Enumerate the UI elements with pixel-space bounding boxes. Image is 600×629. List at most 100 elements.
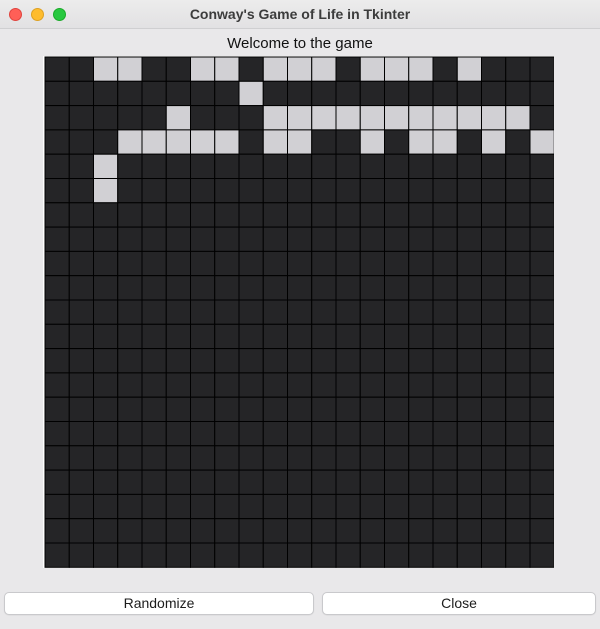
dead-cell[interactable] xyxy=(44,518,70,544)
dead-cell[interactable] xyxy=(359,518,385,544)
dead-cell[interactable] xyxy=(165,275,191,301)
dead-cell[interactable] xyxy=(68,153,94,179)
dead-cell[interactable] xyxy=(44,202,70,228)
dead-cell[interactable] xyxy=(165,372,191,398)
dead-cell[interactable] xyxy=(68,299,94,325)
dead-cell[interactable] xyxy=(44,105,70,131)
dead-cell[interactable] xyxy=(335,372,361,398)
dead-cell[interactable] xyxy=(408,421,434,447)
dead-cell[interactable] xyxy=(456,80,482,107)
dead-cell[interactable] xyxy=(335,129,361,155)
dead-cell[interactable] xyxy=(359,493,385,520)
dead-cell[interactable] xyxy=(505,518,531,544)
dead-cell[interactable] xyxy=(408,518,434,544)
dead-cell[interactable] xyxy=(44,396,70,423)
dead-cell[interactable] xyxy=(529,396,554,423)
dead-cell[interactable] xyxy=(359,348,385,374)
live-cell[interactable] xyxy=(93,56,119,82)
game-board[interactable] xyxy=(43,56,554,568)
live-cell[interactable] xyxy=(311,56,337,82)
dead-cell[interactable] xyxy=(262,226,288,252)
dead-cell[interactable] xyxy=(287,80,313,107)
dead-cell[interactable] xyxy=(93,250,119,277)
dead-cell[interactable] xyxy=(505,323,531,350)
dead-cell[interactable] xyxy=(481,493,507,520)
dead-cell[interactable] xyxy=(359,202,385,228)
dead-cell[interactable] xyxy=(505,348,531,374)
dead-cell[interactable] xyxy=(408,226,434,252)
dead-cell[interactable] xyxy=(359,226,385,252)
dead-cell[interactable] xyxy=(432,80,458,107)
dead-cell[interactable] xyxy=(68,396,94,423)
dead-cell[interactable] xyxy=(432,56,458,82)
dead-cell[interactable] xyxy=(93,372,119,398)
dead-cell[interactable] xyxy=(456,250,482,277)
live-cell[interactable] xyxy=(190,129,216,155)
dead-cell[interactable] xyxy=(505,153,531,179)
live-cell[interactable] xyxy=(287,129,313,155)
dead-cell[interactable] xyxy=(117,299,143,325)
dead-cell[interactable] xyxy=(359,323,385,350)
dead-cell[interactable] xyxy=(432,275,458,301)
dead-cell[interactable] xyxy=(93,275,119,301)
dead-cell[interactable] xyxy=(432,226,458,252)
dead-cell[interactable] xyxy=(44,323,70,350)
dead-cell[interactable] xyxy=(68,518,94,544)
dead-cell[interactable] xyxy=(287,323,313,350)
dead-cell[interactable] xyxy=(117,226,143,252)
dead-cell[interactable] xyxy=(190,348,216,374)
dead-cell[interactable] xyxy=(44,372,70,398)
dead-cell[interactable] xyxy=(335,518,361,544)
dead-cell[interactable] xyxy=(165,421,191,447)
dead-cell[interactable] xyxy=(335,299,361,325)
dead-cell[interactable] xyxy=(141,542,167,568)
dead-cell[interactable] xyxy=(287,445,313,471)
dead-cell[interactable] xyxy=(190,226,216,252)
dead-cell[interactable] xyxy=(141,250,167,277)
dead-cell[interactable] xyxy=(335,421,361,447)
dead-cell[interactable] xyxy=(384,226,410,252)
dead-cell[interactable] xyxy=(408,445,434,471)
dead-cell[interactable] xyxy=(214,226,240,252)
dead-cell[interactable] xyxy=(456,129,482,155)
dead-cell[interactable] xyxy=(311,202,337,228)
dead-cell[interactable] xyxy=(238,469,264,495)
live-cell[interactable] xyxy=(117,56,143,82)
dead-cell[interactable] xyxy=(456,323,482,350)
dead-cell[interactable] xyxy=(311,348,337,374)
dead-cell[interactable] xyxy=(335,202,361,228)
dead-cell[interactable] xyxy=(359,178,385,204)
dead-cell[interactable] xyxy=(384,275,410,301)
dead-cell[interactable] xyxy=(44,493,70,520)
dead-cell[interactable] xyxy=(432,518,458,544)
dead-cell[interactable] xyxy=(529,323,554,350)
dead-cell[interactable] xyxy=(93,105,119,131)
dead-cell[interactable] xyxy=(456,178,482,204)
dead-cell[interactable] xyxy=(93,202,119,228)
dead-cell[interactable] xyxy=(117,469,143,495)
dead-cell[interactable] xyxy=(287,250,313,277)
dead-cell[interactable] xyxy=(432,323,458,350)
dead-cell[interactable] xyxy=(287,421,313,447)
dead-cell[interactable] xyxy=(238,299,264,325)
dead-cell[interactable] xyxy=(117,421,143,447)
dead-cell[interactable] xyxy=(238,226,264,252)
dead-cell[interactable] xyxy=(190,299,216,325)
dead-cell[interactable] xyxy=(481,348,507,374)
dead-cell[interactable] xyxy=(287,396,313,423)
dead-cell[interactable] xyxy=(529,56,554,82)
dead-cell[interactable] xyxy=(335,348,361,374)
dead-cell[interactable] xyxy=(214,372,240,398)
dead-cell[interactable] xyxy=(505,372,531,398)
dead-cell[interactable] xyxy=(335,250,361,277)
dead-cell[interactable] xyxy=(287,299,313,325)
dead-cell[interactable] xyxy=(456,202,482,228)
dead-cell[interactable] xyxy=(165,445,191,471)
dead-cell[interactable] xyxy=(68,372,94,398)
live-cell[interactable] xyxy=(408,105,434,131)
dead-cell[interactable] xyxy=(214,396,240,423)
dead-cell[interactable] xyxy=(262,323,288,350)
dead-cell[interactable] xyxy=(481,250,507,277)
dead-cell[interactable] xyxy=(68,56,94,82)
dead-cell[interactable] xyxy=(141,372,167,398)
